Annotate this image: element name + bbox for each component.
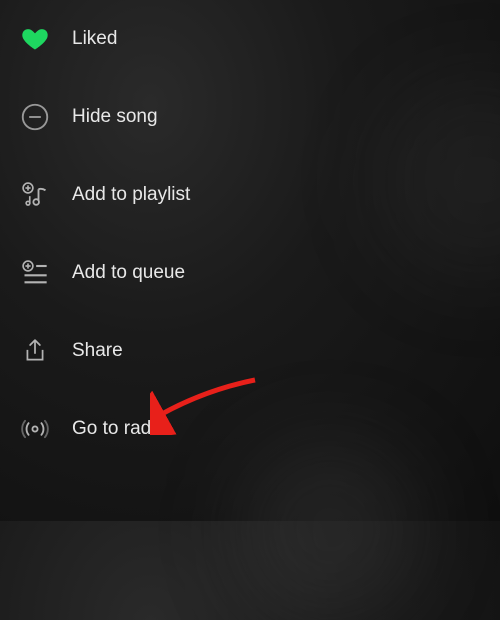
add-queue-icon: [20, 258, 50, 288]
minus-circle-icon: [20, 102, 50, 132]
menu-item-label: Share: [72, 340, 123, 362]
menu-item-label: Add to queue: [72, 262, 185, 284]
menu-item-hide-song[interactable]: Hide song: [20, 102, 480, 132]
menu-item-label: Go to radio: [72, 418, 166, 440]
menu-item-add-to-queue[interactable]: Add to queue: [20, 258, 480, 288]
menu-item-liked[interactable]: Liked: [20, 24, 480, 54]
menu-item-add-to-playlist[interactable]: Add to playlist: [20, 180, 480, 210]
menu-item-label: Hide song: [72, 106, 158, 128]
menu-item-label: Add to playlist: [72, 184, 190, 206]
share-icon: [20, 336, 50, 366]
heart-icon: [20, 24, 50, 54]
radio-icon: [20, 414, 50, 444]
menu-item-share[interactable]: Share: [20, 336, 480, 366]
add-playlist-icon: [20, 180, 50, 210]
menu-item-go-to-radio[interactable]: Go to radio: [20, 414, 480, 444]
context-menu: Liked Hide song Add to playlist: [0, 0, 500, 468]
menu-item-label: Liked: [72, 28, 117, 50]
